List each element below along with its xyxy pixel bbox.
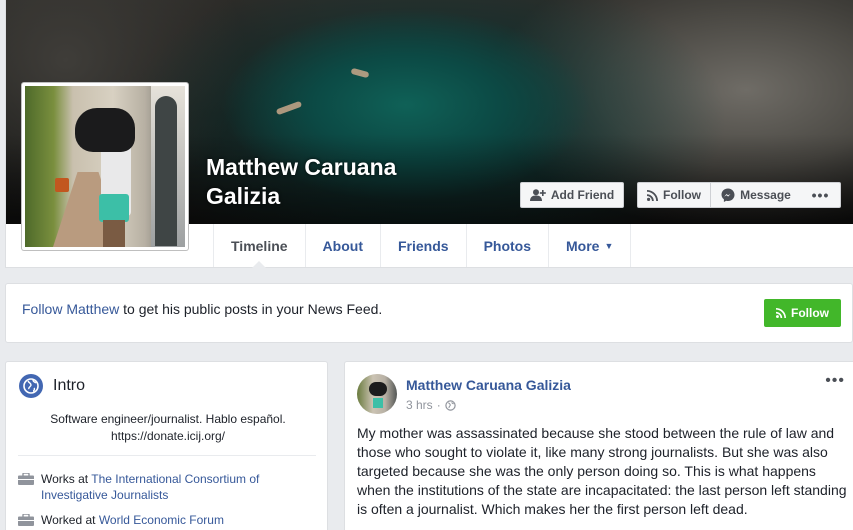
tab-photos[interactable]: Photos: [465, 224, 548, 267]
message-button[interactable]: Message: [711, 182, 802, 208]
post-text: My mother was assassinated because she s…: [357, 425, 847, 517]
public-globe-icon[interactable]: [444, 399, 456, 411]
post-card: Matthew Caruana Galizia 3 hrs · ••• My m…: [344, 361, 853, 530]
globe-icon: [19, 374, 43, 398]
intro-bio: Software engineer/journalist. Hablo espa…: [18, 411, 318, 445]
profile-name: Matthew Caruana Galizia: [206, 154, 397, 209]
intro-title: Intro: [53, 377, 86, 394]
post-timestamp[interactable]: 3 hrs: [406, 398, 433, 412]
bio-link[interactable]: https://donate.icij.org/: [18, 428, 318, 445]
tab-timeline[interactable]: Timeline: [213, 224, 305, 268]
post-options-button[interactable]: •••: [825, 372, 845, 390]
tab-about[interactable]: About: [304, 224, 380, 267]
rss-icon: [647, 189, 658, 201]
profile-tabs: Timeline About Friends Photos More ▼: [213, 224, 632, 268]
rss-icon: [776, 308, 786, 318]
divider: [18, 455, 316, 456]
more-options-button[interactable]: •••: [801, 182, 841, 208]
follow-prompt-bar: Follow Matthew to get his public posts i…: [5, 283, 853, 343]
messenger-icon: [721, 188, 735, 202]
work-org-link[interactable]: World Economic Forum: [99, 513, 224, 527]
cover-swimmer: [350, 67, 370, 79]
follow-green-button[interactable]: Follow: [764, 299, 841, 327]
post-author-avatar[interactable]: [357, 374, 397, 414]
follow-user-link[interactable]: Follow Matthew: [22, 301, 119, 317]
work-item: Works at The International Consortium of…: [18, 471, 288, 503]
work-item: Worked at World Economic Forum: [18, 512, 288, 528]
caret-down-icon: ▼: [604, 240, 614, 251]
intro-card: Intro Software engineer/journalist. Habl…: [5, 361, 328, 530]
profile-picture[interactable]: [21, 82, 189, 251]
follow-button[interactable]: Follow: [637, 182, 711, 208]
cover-swimmer: [275, 100, 303, 116]
add-friend-icon: [529, 189, 546, 201]
post-meta: 3 hrs ·: [406, 398, 456, 412]
tab-friends[interactable]: Friends: [379, 224, 466, 267]
add-friend-button[interactable]: Add Friend: [520, 182, 624, 208]
briefcase-icon: [18, 514, 34, 526]
tab-more[interactable]: More ▼: [548, 224, 632, 267]
post-author-name[interactable]: Matthew Caruana Galizia: [406, 377, 571, 393]
briefcase-icon: [18, 473, 34, 485]
